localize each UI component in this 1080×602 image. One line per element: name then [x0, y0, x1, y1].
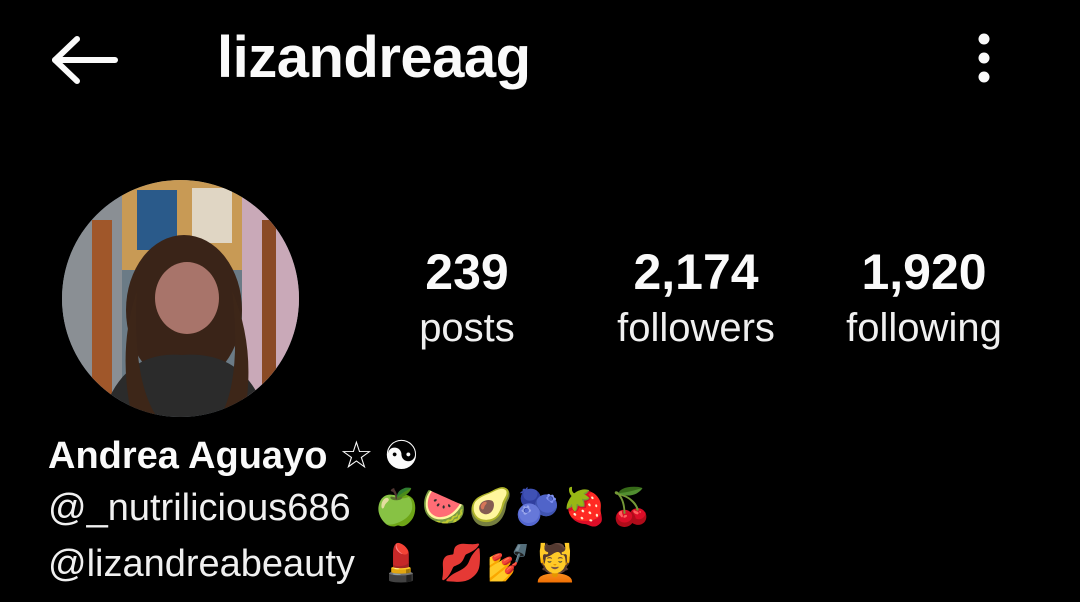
fruit-emojis: 🍏🍉🥑🫐🍓🍒 — [374, 487, 656, 528]
followers-label: followers — [617, 306, 775, 350]
top-app-bar: lizandreaag — [0, 0, 1080, 120]
following-count[interactable]: 1,920 following — [814, 242, 1034, 354]
followers-count[interactable]: 2,174 followers — [586, 242, 806, 354]
following-value: 1,920 — [861, 244, 987, 300]
bio-line-2: @lizandreabeauty 💄 💋💅💆 — [48, 536, 1048, 592]
back-button[interactable] — [44, 30, 124, 90]
avatar-image — [62, 180, 299, 417]
yin-yang-icon: ☯ — [383, 434, 420, 478]
bio-name-row: Andrea Aguayo ☆ ☯ — [48, 432, 1048, 480]
display-name: Andrea Aguayo — [48, 435, 328, 477]
posts-value: 239 — [425, 244, 509, 300]
posts-count[interactable]: 239 posts — [357, 242, 577, 354]
followers-value: 2,174 — [633, 244, 759, 300]
more-options-button[interactable] — [958, 28, 1010, 88]
profile-avatar[interactable] — [62, 180, 299, 417]
bio-line-1: @_nutrilicious686 🍏🍉🥑🫐🍓🍒 — [48, 480, 1048, 536]
profile-username: lizandreaag — [217, 25, 531, 90]
following-label: following — [846, 306, 1002, 350]
posts-label: posts — [419, 306, 515, 350]
more-vertical-icon — [978, 33, 990, 83]
bio-mention-nutrilicious[interactable]: @_nutrilicious686 — [48, 480, 351, 536]
bio-mention-beauty[interactable]: @lizandreabeauty — [48, 536, 355, 592]
arrow-left-icon — [52, 36, 118, 84]
star-icon: ☆ — [339, 435, 374, 477]
profile-bio: Andrea Aguayo ☆ ☯ @_nutrilicious686 🍏🍉🥑🫐… — [48, 432, 1048, 592]
beauty-emojis: 💄 💋💅💆 — [378, 543, 580, 584]
